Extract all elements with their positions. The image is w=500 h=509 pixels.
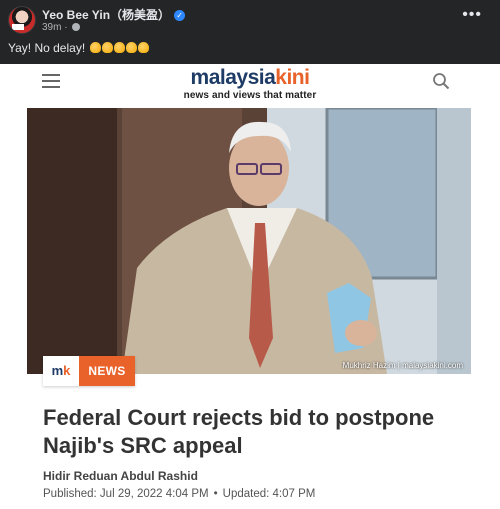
clapping-hands-icon xyxy=(89,42,101,53)
article-photo[interactable]: Mukhriz Hazim | malaysiakini.com xyxy=(27,108,471,374)
clapping-hands-icon xyxy=(137,42,149,53)
globe-icon xyxy=(72,23,81,31)
article-headline[interactable]: Federal Court rejects bid to postpone Na… xyxy=(43,404,483,460)
logo-part-kini: kini xyxy=(275,66,310,89)
clapping-hands-icon xyxy=(113,42,125,53)
article-dates: Published: Jul 29, 2022 4:04 PM • Updated:… xyxy=(43,488,315,500)
updated-time: 4:07 PM xyxy=(272,488,316,500)
post-header: Yeo Bee Yin（杨美盈） ✓ 39m · ••• Yay! No dela… xyxy=(0,0,500,64)
logo-tagline: news and views that matter xyxy=(183,90,317,101)
post-time[interactable]: 39m xyxy=(42,22,61,33)
updated-label: Updated: xyxy=(222,488,270,500)
news-section-label[interactable]: NEWS xyxy=(79,356,135,386)
date-separator: • xyxy=(213,488,218,500)
photo-credit: Mukhriz Hazim | malaysiakini.com xyxy=(342,361,463,370)
link-preview-card[interactable]: malaysiakini news and views that matter … xyxy=(0,64,500,509)
site-logo[interactable]: malaysiakini news and views that matter xyxy=(0,66,500,102)
search-icon[interactable] xyxy=(432,72,450,90)
mk-mark-m: m xyxy=(51,363,64,378)
post-message: Yay! No delay! xyxy=(8,41,86,55)
author-name-link[interactable]: Yeo Bee Yin（杨美盈） ✓ xyxy=(42,6,186,23)
post-text: Yay! No delay! xyxy=(8,41,149,55)
published-label: Published: xyxy=(43,488,97,500)
article-photo-image xyxy=(27,108,471,374)
verified-badge-icon: ✓ xyxy=(174,10,186,21)
clapping-hands-icon xyxy=(101,42,113,53)
published-date: Jul 29, 2022 4:04 PM xyxy=(99,488,209,500)
avatar-badge-icon xyxy=(12,24,24,30)
section-badge[interactable]: mk NEWS xyxy=(43,356,135,386)
author-avatar[interactable] xyxy=(8,6,36,34)
post-meta: 39m · xyxy=(42,22,81,33)
article-author[interactable]: Hidir Reduan Abdul Rashid xyxy=(43,469,198,483)
more-options-icon[interactable]: ••• xyxy=(462,7,482,23)
mk-logo-icon: mk xyxy=(43,356,79,386)
logo-part-malaysia: malaysia xyxy=(190,66,276,89)
clapping-hands-icon xyxy=(125,42,137,53)
mk-mark-k: k xyxy=(63,363,71,378)
author-name[interactable]: Yeo Bee Yin（杨美盈） xyxy=(42,8,170,22)
site-header: malaysiakini news and views that matter xyxy=(0,64,500,106)
